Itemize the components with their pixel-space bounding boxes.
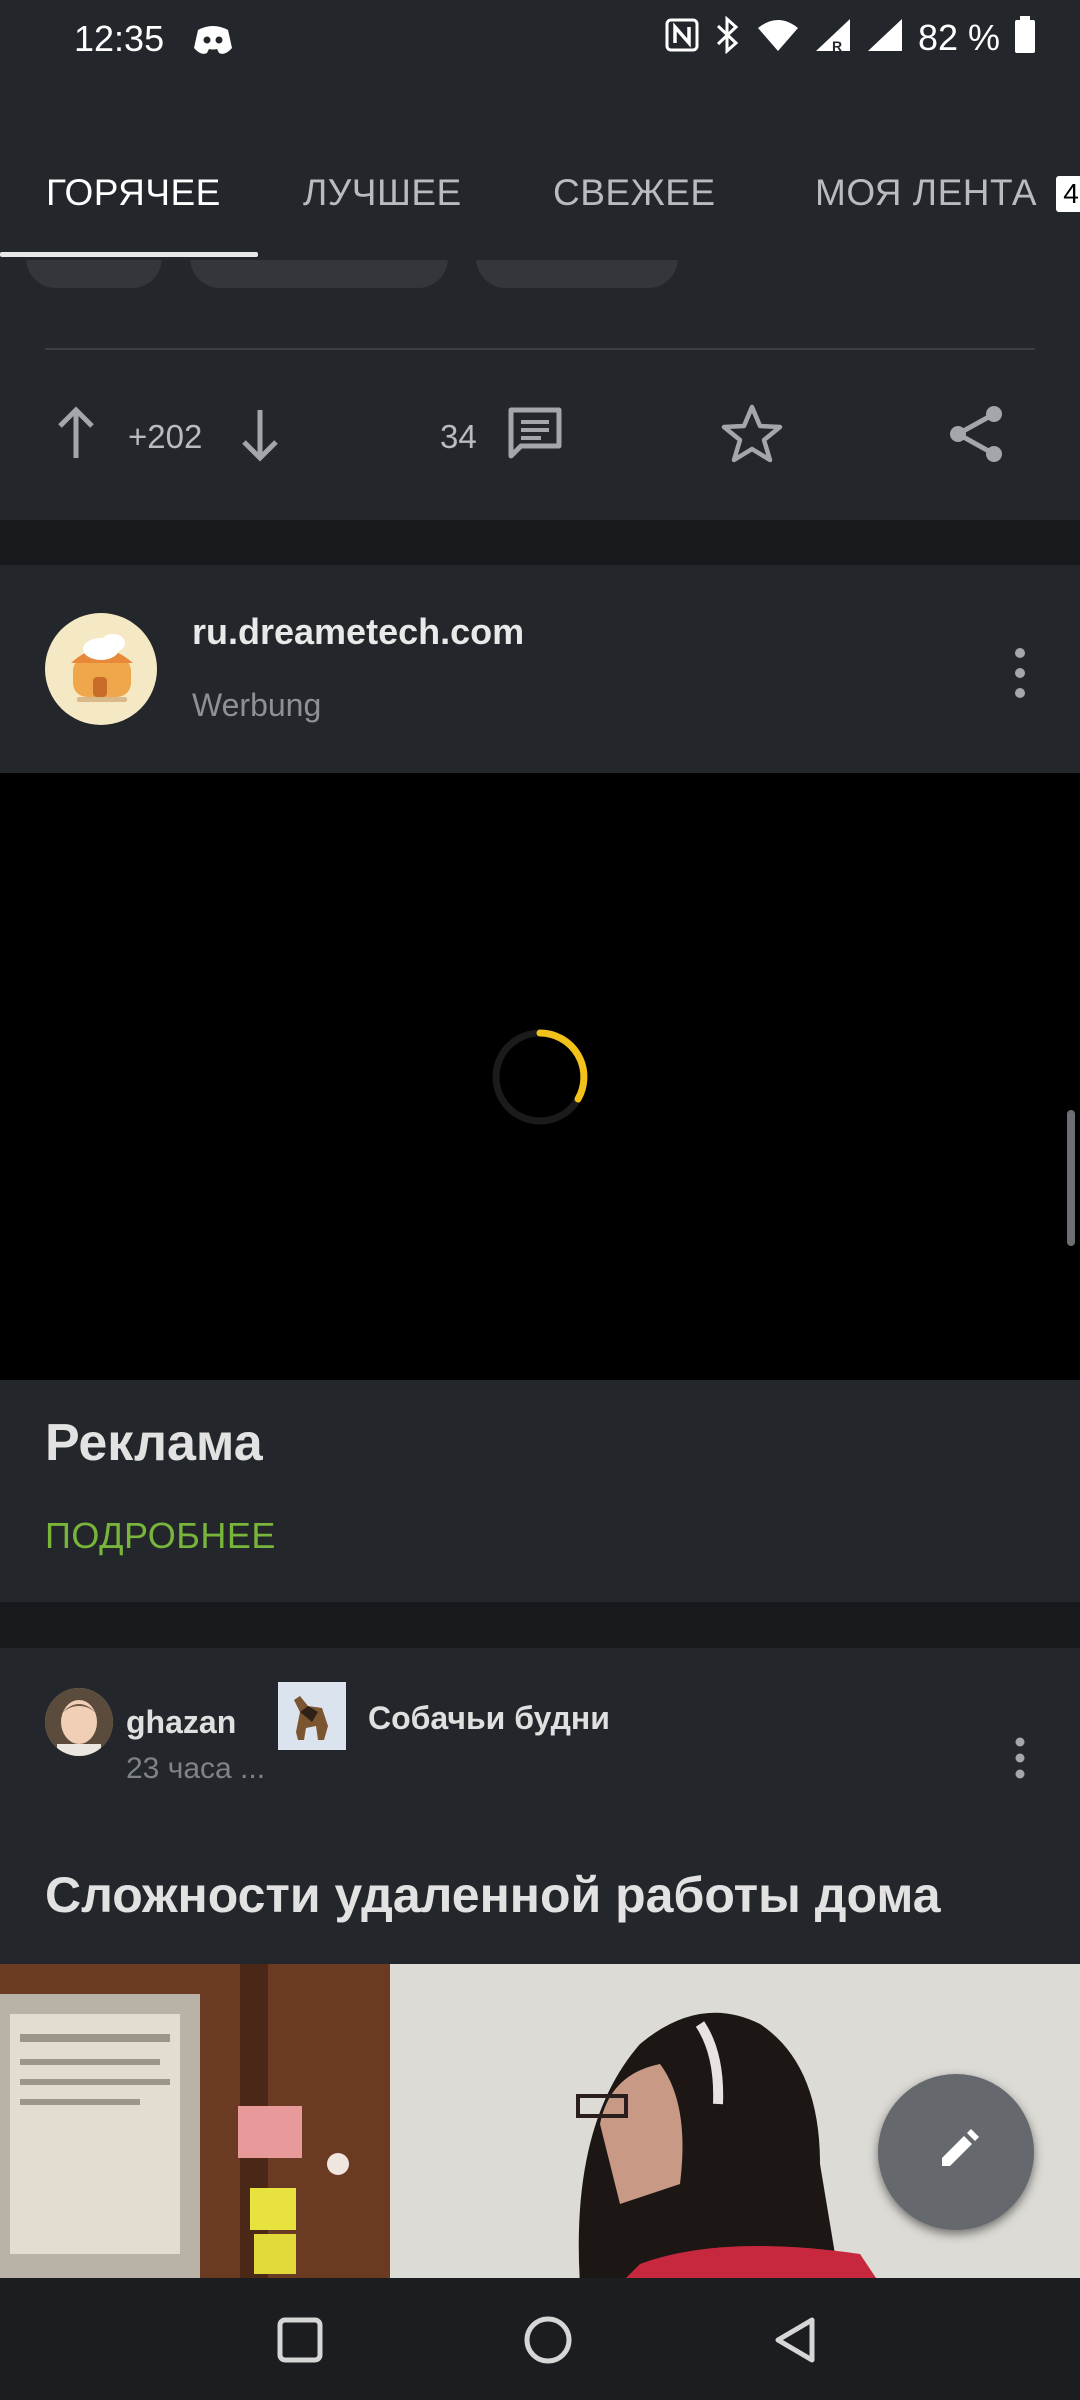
community-avatar[interactable] <box>278 1682 346 1750</box>
create-post-button[interactable] <box>878 2074 1034 2230</box>
post-time: 23 часа ... <box>126 1752 266 1785</box>
wifi-icon <box>756 18 800 57</box>
tab-bar <box>0 80 1080 260</box>
ad-card[interactable]: ru.dreametech.com Werbung Реклама ПОДРОБ… <box>0 565 1080 1602</box>
tab-my-feed[interactable]: МОЯ ЛЕНТА <box>815 172 1037 214</box>
ad-label: Werbung <box>192 687 322 723</box>
ad-more-link[interactable]: ПОДРОБНЕЕ <box>45 1515 276 1557</box>
back-icon[interactable] <box>770 2314 822 2371</box>
comment-icon[interactable] <box>505 406 565 467</box>
ad-video[interactable] <box>0 773 1080 1380</box>
tab-fresh[interactable]: СВЕЖЕЕ <box>553 172 716 214</box>
battery-icon <box>1014 16 1036 59</box>
status-icons: R 82 % <box>664 15 1036 59</box>
scrollbar[interactable] <box>1067 1110 1075 1246</box>
star-icon[interactable] <box>720 402 784 471</box>
author-name[interactable]: ghazan <box>126 1704 236 1741</box>
ad-title: Реклама <box>45 1414 263 1472</box>
tab-best[interactable]: ЛУЧШЕЕ <box>303 172 462 214</box>
comments-count[interactable]: 34 <box>440 418 477 456</box>
status-bar: 12:35 R 82 % <box>0 0 1080 80</box>
tab-badge: 4 <box>1056 176 1080 212</box>
battery-percent: 82 % <box>917 16 1000 58</box>
tab-hot[interactable]: ГОРЯЧЕЕ <box>46 172 221 214</box>
advertiser-avatar[interactable] <box>45 613 157 725</box>
community-name[interactable]: Собачьи будни <box>368 1700 610 1737</box>
pencil-icon <box>922 2118 990 2191</box>
previous-post-card: +202 34 <box>0 260 1080 520</box>
system-nav-bar <box>0 2278 1080 2400</box>
arrow-up-icon[interactable] <box>52 406 100 467</box>
signal-roaming-icon: R <box>814 17 852 58</box>
nfc-icon <box>664 17 700 58</box>
author-avatar[interactable] <box>45 1688 113 1756</box>
signal-icon <box>866 17 904 58</box>
loading-spinner-icon <box>488 1025 592 1134</box>
tag-chip[interactable] <box>26 260 162 288</box>
vote-score: +202 <box>128 418 203 455</box>
tab-indicator <box>0 252 258 257</box>
more-vert-icon[interactable] <box>1010 645 1030 706</box>
svg-text:R: R <box>832 38 842 53</box>
divider <box>45 348 1035 350</box>
home-icon[interactable] <box>522 2314 574 2371</box>
status-time: 12:35 <box>74 18 165 59</box>
discord-icon <box>192 22 234 63</box>
tag-chip[interactable] <box>190 260 448 288</box>
advertiser-name[interactable]: ru.dreametech.com <box>192 611 524 653</box>
tag-chip[interactable] <box>476 260 678 288</box>
arrow-down-icon[interactable] <box>236 406 284 467</box>
bluetooth-icon <box>714 15 742 59</box>
share-icon[interactable] <box>944 402 1008 471</box>
recents-icon[interactable] <box>276 2316 324 2369</box>
more-vert-icon[interactable] <box>1010 1736 1030 1785</box>
post-title[interactable]: Сложности удаленной работы дома <box>45 1866 941 1924</box>
